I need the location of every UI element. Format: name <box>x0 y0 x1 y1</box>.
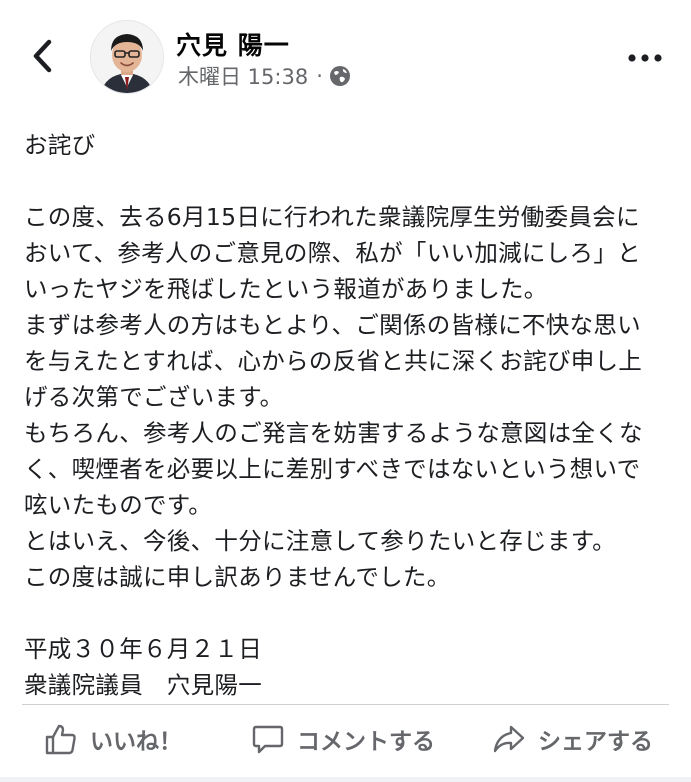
profile-photo <box>91 21 163 93</box>
like-label: いいね！ <box>90 729 182 755</box>
back-button[interactable] <box>22 36 62 76</box>
bottom-divider <box>0 777 691 782</box>
post-line: を与えたとすれば、心からの反省と共に深くお詫び申し上 <box>24 347 643 375</box>
action-bar: いいね！ コメントする シェアする <box>0 716 691 766</box>
meta-separator: · <box>316 64 323 88</box>
comment-icon <box>252 725 284 754</box>
post-line: 呟いたものです。 <box>24 491 213 519</box>
post-meta: 木曜日 15:38 · <box>178 61 351 91</box>
share-icon <box>493 725 525 753</box>
like-button[interactable]: いいね！ <box>44 722 182 756</box>
post-line: まずは参考人の方はもとより、ご関係の皆様に不快な思い <box>24 311 641 339</box>
post-line: 衆議院議員 穴見陽一 <box>24 671 262 699</box>
post-line: この度は誠に申し訳ありませんでした。 <box>24 563 451 591</box>
post-line: お詫び <box>24 131 96 159</box>
post-line: もちろん、参考人のご発言を妨害するような意図は全くな <box>24 419 643 447</box>
comment-button[interactable]: コメントする <box>251 722 435 756</box>
post-timestamp[interactable]: 木曜日 15:38 <box>178 61 308 91</box>
avatar[interactable] <box>90 20 164 94</box>
share-button[interactable]: シェアする <box>492 722 653 756</box>
post-line: とはいえ、今後、十分に注意して参りたいと存じます。 <box>24 527 616 555</box>
post-line: おいて、参考人のご意見の際、私が「いい加減にしろ」と <box>24 239 641 267</box>
post-screen: 穴見 陽一 木曜日 15:38 · お詫び この度、去る6月15日に行われた衆議… <box>0 0 691 782</box>
post-line: 平成３０年６月２１日 <box>24 635 262 663</box>
comment-label: コメントする <box>297 729 435 755</box>
post-line: いったヤジを飛ばしたという報道がありました。 <box>24 275 548 303</box>
globe-icon <box>329 66 350 86</box>
divider <box>22 704 669 705</box>
post-line: この度、去る6月15日に行われた衆議院厚生労働委員会に <box>24 203 640 231</box>
more-horizontal-icon <box>628 54 662 62</box>
author-name[interactable]: 穴見 陽一 <box>176 26 290 62</box>
chevron-left-icon <box>33 39 52 73</box>
post-line: げる次第でございます。 <box>24 383 284 411</box>
post-text: お詫び この度、去る6月15日に行われた衆議院厚生労働委員会に おいて、参考人の… <box>24 127 674 703</box>
more-options-button[interactable] <box>625 44 665 72</box>
post-line: く、喫煙者を必要以上に差別すべきではないという想いで <box>24 455 641 483</box>
share-label: シェアする <box>538 729 653 755</box>
thumbs-up-icon <box>45 724 76 755</box>
